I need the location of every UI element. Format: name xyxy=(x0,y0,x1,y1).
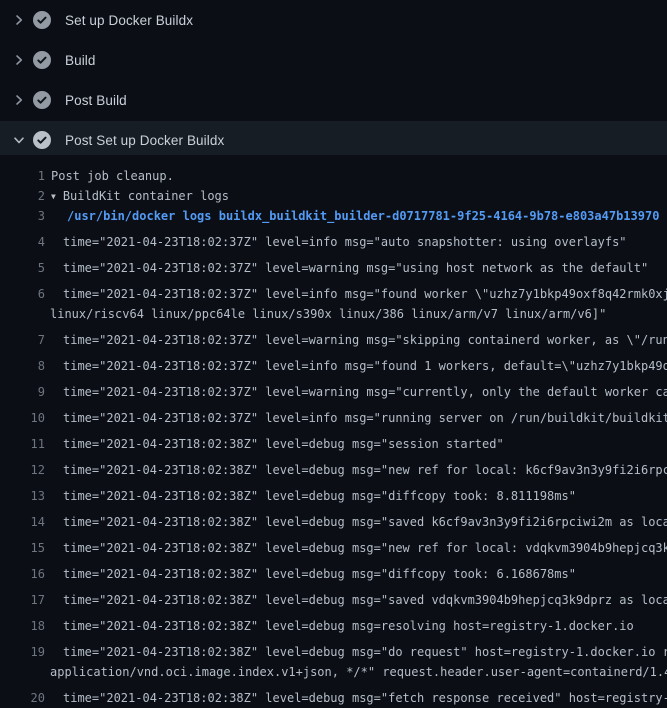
log-line-number[interactable]: 13 xyxy=(0,486,45,506)
log-line-text: time="2021-04-23T18:02:37Z" level=info m… xyxy=(63,356,667,376)
chevron-right-icon xyxy=(12,53,26,67)
log-line-number[interactable]: 11 xyxy=(0,434,45,454)
log-line: 20 time="2021-04-23T18:02:38Z" level=deb… xyxy=(0,682,667,708)
log-line-text: time="2021-04-23T18:02:37Z" level=warnin… xyxy=(63,382,667,402)
log-line-number[interactable]: 20 xyxy=(0,688,45,708)
log-line-number[interactable]: 2 xyxy=(0,186,45,206)
log-line-text: time="2021-04-23T18:02:38Z" level=debug … xyxy=(63,564,576,584)
log-line-text: application/vnd.oci.image.index.v1+json,… xyxy=(50,662,667,682)
log-line-number[interactable]: 9 xyxy=(0,382,45,402)
log-line-number[interactable]: 12 xyxy=(0,460,45,480)
log-line-text: linux/riscv64 linux/ppc64le linux/s390x … xyxy=(50,304,606,324)
log-line-number[interactable]: 7 xyxy=(0,330,45,350)
log-line-text: time="2021-04-23T18:02:37Z" level=warnin… xyxy=(63,330,667,350)
log-line: 15 time="2021-04-23T18:02:38Z" level=deb… xyxy=(0,532,667,558)
log-line-number[interactable]: 8 xyxy=(0,356,45,376)
steps-list: Set up Docker Buildx Build Post Build xyxy=(0,0,667,160)
log-line-text: time="2021-04-23T18:02:38Z" level=debug … xyxy=(63,434,504,454)
step-row[interactable]: Build xyxy=(0,40,667,80)
step-row[interactable]: Post Build xyxy=(0,80,667,120)
log-line-number[interactable]: 10 xyxy=(0,408,45,428)
log-line: 6 time="2021-04-23T18:02:37Z" level=info… xyxy=(0,278,667,304)
log-line-number[interactable]: 3 xyxy=(0,206,45,226)
log-line: 13 time="2021-04-23T18:02:38Z" level=deb… xyxy=(0,480,667,506)
log-line-text: time="2021-04-23T18:02:37Z" level=info m… xyxy=(63,284,667,304)
log-line-text: time="2021-04-23T18:02:38Z" level=debug … xyxy=(63,642,667,662)
log-line-text: /usr/bin/docker logs buildx_buildkit_bui… xyxy=(67,206,659,226)
log-line: 14 time="2021-04-23T18:02:38Z" level=deb… xyxy=(0,506,667,532)
step-row[interactable]: Post Set up Docker Buildx xyxy=(0,120,667,160)
log-line-number[interactable]: 6 xyxy=(0,284,45,304)
step-label: Build xyxy=(65,53,96,68)
log-line-text: time="2021-04-23T18:02:38Z" level=debug … xyxy=(63,688,667,708)
log-line-number[interactable]: 17 xyxy=(0,590,45,610)
chevron-right-icon xyxy=(12,93,26,107)
log-line: 10 time="2021-04-23T18:02:37Z" level=inf… xyxy=(0,402,667,428)
check-circle-icon xyxy=(33,11,51,29)
log-line-number[interactable]: 1 xyxy=(0,166,45,186)
log-line-text: time="2021-04-23T18:02:37Z" level=info m… xyxy=(63,408,667,428)
log-line-number[interactable]: 19 xyxy=(0,642,45,662)
log-line: 16 time="2021-04-23T18:02:38Z" level=deb… xyxy=(0,558,667,584)
check-circle-icon xyxy=(33,131,51,149)
log-line-number[interactable]: 18 xyxy=(0,616,45,636)
log-line-number[interactable]: 5 xyxy=(0,258,45,278)
step-row[interactable]: Set up Docker Buildx xyxy=(0,0,667,40)
log-line: 9 time="2021-04-23T18:02:37Z" level=warn… xyxy=(0,376,667,402)
check-circle-icon xyxy=(33,51,51,69)
log-line-text: time="2021-04-23T18:02:37Z" level=warnin… xyxy=(63,258,648,278)
log-line: 4 time="2021-04-23T18:02:37Z" level=info… xyxy=(0,226,667,252)
log-line: 18 time="2021-04-23T18:02:38Z" level=deb… xyxy=(0,610,667,636)
log-line: 1 Post job cleanup. xyxy=(0,166,667,186)
log-line: 3 /usr/bin/docker logs buildx_buildkit_b… xyxy=(0,206,667,226)
log-line: 17 time="2021-04-23T18:02:38Z" level=deb… xyxy=(0,584,667,610)
log-line-text: Post job cleanup. xyxy=(51,166,174,186)
log-line: application/vnd.oci.image.index.v1+json,… xyxy=(0,662,667,682)
log-line-text: ▼BuildKit container logs xyxy=(51,186,229,206)
log-line-number xyxy=(0,304,45,324)
log-line-text: time="2021-04-23T18:02:38Z" level=debug … xyxy=(63,486,576,506)
step-label: Set up Docker Buildx xyxy=(65,13,193,28)
log-line: linux/riscv64 linux/ppc64le linux/s390x … xyxy=(0,304,667,324)
log-line-number[interactable]: 14 xyxy=(0,512,45,532)
group-caret-icon: ▼ xyxy=(51,187,56,207)
log-line-number[interactable]: 16 xyxy=(0,564,45,584)
log-line: 5 time="2021-04-23T18:02:37Z" level=warn… xyxy=(0,252,667,278)
log-line: 11 time="2021-04-23T18:02:38Z" level=deb… xyxy=(0,428,667,454)
step-label: Post Build xyxy=(65,93,127,108)
chevron-right-icon xyxy=(12,13,26,27)
log-line: 12 time="2021-04-23T18:02:38Z" level=deb… xyxy=(0,454,667,480)
log-line-text: time="2021-04-23T18:02:37Z" level=info m… xyxy=(63,232,627,252)
log-line: 8 time="2021-04-23T18:02:37Z" level=info… xyxy=(0,350,667,376)
log-line-number[interactable]: 4 xyxy=(0,232,45,252)
log-line-text: time="2021-04-23T18:02:38Z" level=debug … xyxy=(63,538,667,558)
log-line-number xyxy=(0,662,45,682)
log-line-text: time="2021-04-23T18:02:38Z" level=debug … xyxy=(63,460,667,480)
log-panel: 1 Post job cleanup. 2 ▼BuildKit containe… xyxy=(0,160,667,708)
check-circle-icon xyxy=(33,91,51,109)
step-label: Post Set up Docker Buildx xyxy=(65,133,224,148)
chevron-down-icon xyxy=(12,133,26,147)
log-line: 19 time="2021-04-23T18:02:38Z" level=deb… xyxy=(0,636,667,662)
log-line-text: time="2021-04-23T18:02:38Z" level=debug … xyxy=(63,512,667,532)
actions-log-viewer: { "steps": [ {"label": "Set up Docker Bu… xyxy=(0,0,667,600)
log-line: 7 time="2021-04-23T18:02:37Z" level=warn… xyxy=(0,324,667,350)
log-line-number[interactable]: 15 xyxy=(0,538,45,558)
log-line-text: time="2021-04-23T18:02:38Z" level=debug … xyxy=(63,616,634,636)
log-line[interactable]: 2 ▼BuildKit container logs xyxy=(0,186,667,206)
log-line-text: time="2021-04-23T18:02:38Z" level=debug … xyxy=(63,590,667,610)
